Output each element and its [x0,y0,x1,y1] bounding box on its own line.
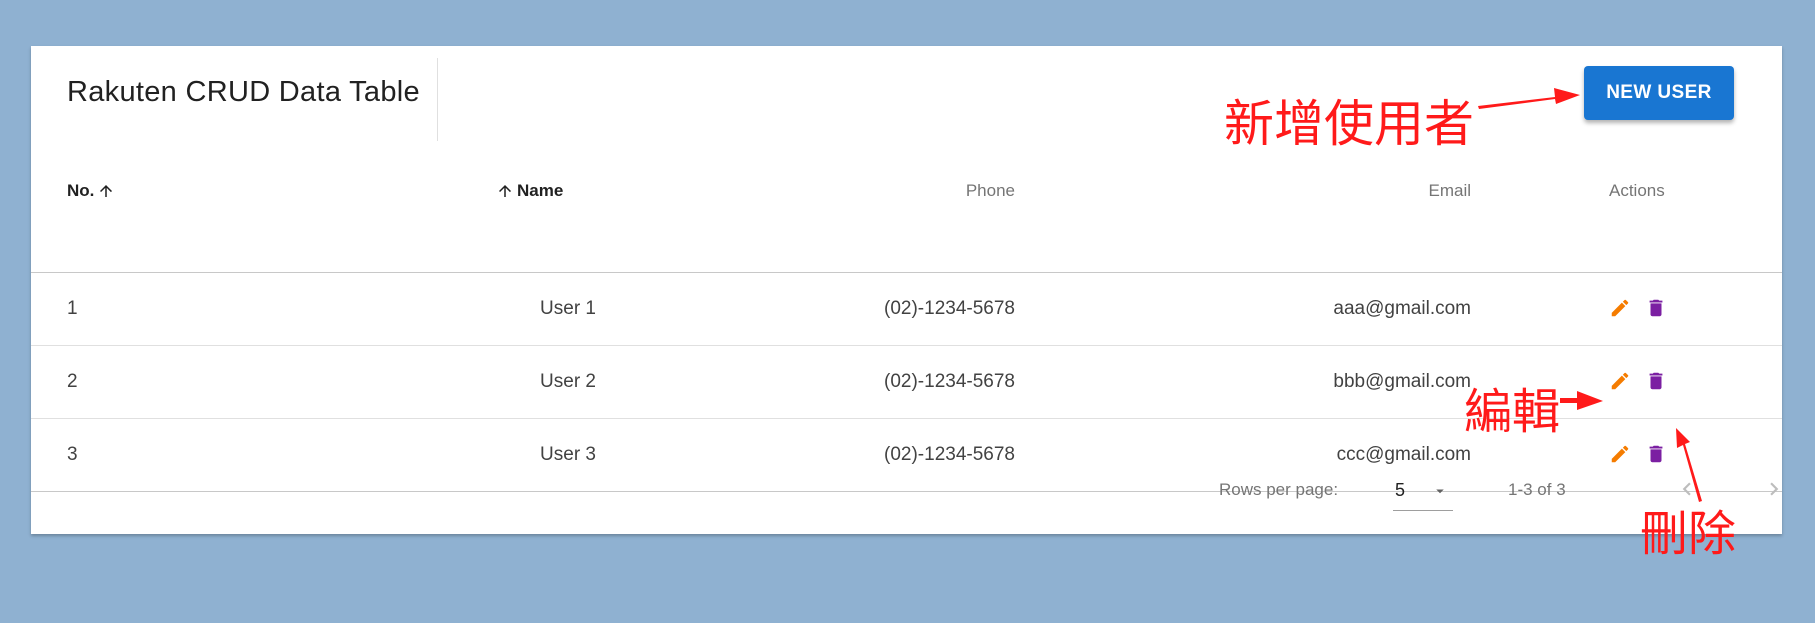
rows-per-page-label: Rows per page: [1219,480,1339,499]
cell-phone: (02)-1234-5678 [884,298,1015,319]
table-header: No. Name Phone Email Actions [31,143,1782,273]
caret-down-icon [1436,489,1444,494]
new-user-button[interactable]: NEW USER [1584,66,1734,120]
header-actions: Actions [1609,181,1665,201]
cell-name: User 1 [540,298,596,319]
chevron-right-icon[interactable] [1761,476,1787,502]
cell-no: 1 [67,298,78,319]
page-title: Rakuten CRUD Data Table [67,76,420,108]
pencil-icon[interactable] [1609,297,1631,319]
rows-per-page-value: 5 [1395,480,1406,500]
toolbar: Rakuten CRUD Data Table NEW USER [31,46,1782,143]
annotation-new-user: 新增使用者 [1224,95,1474,153]
table-row: 1 User 1 (02)-1234-5678 aaa@gmail.com [31,273,1782,346]
header-no-label: No. [67,181,95,200]
page-info: 1-3 of 3 [1508,480,1566,499]
trash-icon[interactable] [1645,297,1667,319]
cell-email: aaa@gmail.com [1333,298,1471,319]
cell-email: bbb@gmail.com [1333,371,1471,392]
header-name-label: Name [517,181,564,200]
cell-name: User 2 [540,371,596,392]
cell-phone: (02)-1234-5678 [884,371,1015,392]
trash-icon[interactable] [1645,370,1667,392]
rows-per-page-select[interactable]: 5 [1393,470,1453,511]
data-table-card: Rakuten CRUD Data Table NEW USER No. Nam… [31,46,1782,534]
header-phone-label: Phone [965,181,1015,200]
cell-no: 2 [67,371,78,392]
arrow-up-icon [100,185,113,197]
toolbar-divider [437,58,438,141]
table-footer: Rows per page: 5 1-3 of 3 [31,446,1782,534]
header-email[interactable]: Email [1428,181,1471,201]
header-phone[interactable]: Phone [966,181,1015,201]
arrow-up-icon [499,185,511,197]
annotation-delete: 刪除 [1640,506,1737,562]
header-email-label: Email [1428,181,1471,200]
annotation-edit: 編輯 [1464,384,1561,440]
pencil-icon[interactable] [1609,370,1631,392]
header-name[interactable]: Name [496,181,563,201]
header-no[interactable]: No. [67,181,115,201]
header-actions-label: Actions [1609,181,1665,200]
